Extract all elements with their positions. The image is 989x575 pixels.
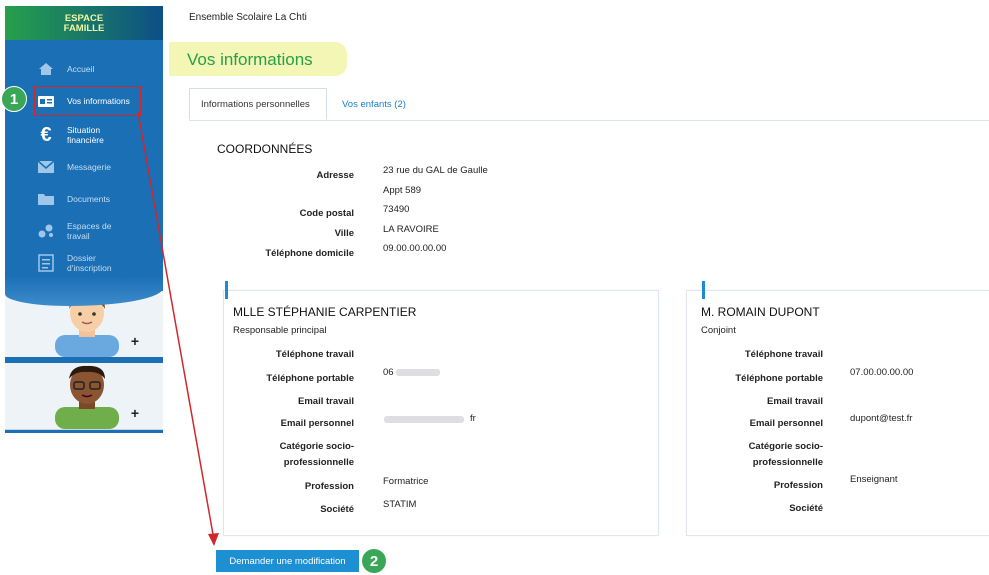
profession-value: Formatrice — [383, 476, 429, 487]
sidebar-item-documents[interactable]: Documents — [5, 184, 163, 214]
envelope-icon — [35, 156, 57, 178]
societe-label: Société — [320, 504, 354, 515]
categorie-label-line-1: Catégorie socio- — [748, 441, 823, 452]
telephone-domicile-label: Téléphone domicile — [265, 248, 354, 259]
profession-value: Enseignant — [850, 474, 898, 485]
page-title-text: Vos informations — [187, 50, 313, 69]
sidebar-item-situation-financiere[interactable]: € Situation financière — [5, 120, 163, 150]
child-avatar — [55, 365, 119, 429]
coordonnees-title: COORDONNÉES — [217, 142, 313, 156]
children-list: + + — [5, 291, 163, 433]
tab-informations-personnelles[interactable]: Informations personnelles — [189, 88, 327, 120]
card-accent-bar — [225, 281, 228, 299]
adresse-line-2: Appt 589 — [383, 185, 422, 196]
sidebar-item-espaces-de-travail[interactable]: Espaces de travail — [5, 216, 163, 246]
telephone-portable-label: Téléphone portable — [266, 373, 354, 384]
workspace-icon — [35, 220, 57, 242]
child-avatar — [55, 293, 119, 357]
step-2-badge: 2 — [361, 548, 387, 574]
school-name: Ensemble Scolaire La Chti — [189, 12, 307, 23]
redacted-email — [384, 416, 464, 423]
categorie-label-line-1: Catégorie socio- — [279, 441, 354, 452]
sidebar-item-label: Situation financière — [67, 125, 104, 145]
societe-label: Société — [789, 503, 823, 514]
ville-label: Ville — [334, 228, 354, 239]
child-card[interactable]: + — [5, 363, 163, 430]
categorie-label-line-2: professionnelle — [283, 457, 354, 468]
contact-role: Responsable principal — [233, 325, 327, 336]
sidebar-item-dossier-inscription[interactable]: Dossier d'inscription — [5, 248, 163, 278]
email-personnel-label: Email personnel — [280, 418, 354, 429]
request-modification-button[interactable]: Demander une modification — [216, 550, 359, 572]
contact-card-principal: MLLE STÉPHANIE CARPENTIER Responsable pr… — [223, 281, 659, 536]
tab-vos-enfants[interactable]: Vos enfants (2) — [331, 88, 417, 120]
contact-name: MLLE STÉPHANIE CARPENTIER — [233, 305, 417, 319]
redacted-phone — [396, 369, 440, 376]
euro-icon: € — [40, 123, 52, 146]
telephone-travail-label: Téléphone travail — [744, 349, 823, 360]
vos-informations-highlight — [34, 86, 141, 116]
sidebar-item-accueil[interactable]: Accueil — [5, 54, 163, 84]
telephone-portable-value: 07.00.00.00.00 — [850, 367, 914, 378]
contact-name: M. ROMAIN DUPONT — [701, 305, 820, 319]
code-postal-value: 73490 — [383, 204, 410, 215]
document-list-icon — [35, 252, 57, 274]
card-accent-bar — [702, 281, 705, 299]
contact-card-conjoint: M. ROMAIN DUPONT Conjoint Téléphone trav… — [686, 281, 989, 536]
email-personnel-label: Email personnel — [749, 418, 823, 429]
brand-line-2: FAMILLE — [63, 23, 105, 34]
email-travail-label: Email travail — [298, 396, 354, 407]
add-child-icon[interactable]: + — [131, 333, 139, 349]
telephone-portable-value: 06 — [383, 367, 394, 378]
sidebar: ESPACE FAMILLE Accueil Vos informations … — [5, 6, 163, 433]
profession-label: Profession — [304, 481, 354, 492]
telephone-portable-label: Téléphone portable — [735, 373, 823, 384]
sidebar-item-label: Messagerie — [67, 162, 111, 172]
step-1-badge: 1 — [1, 86, 27, 112]
ville-value: LA RAVOIRE — [383, 224, 439, 235]
profession-label: Profession — [773, 480, 823, 491]
add-child-icon[interactable]: + — [131, 405, 139, 421]
email-travail-label: Email travail — [767, 396, 823, 407]
email-personnel-value: fr — [470, 413, 476, 424]
email-personnel-value: dupont@test.fr — [850, 413, 913, 424]
sidebar-item-label: Dossier d'inscription — [67, 253, 112, 273]
folder-icon — [35, 188, 57, 210]
societe-value: STATIM — [383, 499, 417, 510]
sidebar-item-label: Documents — [67, 194, 110, 204]
adresse-label: Adresse — [316, 170, 355, 181]
contact-role: Conjoint — [701, 325, 736, 336]
code-postal-label: Code postal — [299, 208, 354, 219]
brand-logo[interactable]: ESPACE FAMILLE — [5, 6, 163, 40]
sidebar-item-label: Accueil — [67, 64, 95, 74]
sidebar-item-messagerie[interactable]: Messagerie — [5, 152, 163, 182]
tab-bar: Informations personnelles Vos enfants (2… — [189, 88, 989, 121]
child-card[interactable]: + — [5, 291, 163, 358]
adresse-line-1: 23 rue du GAL de Gaulle — [383, 165, 488, 176]
categorie-label-line-2: professionnelle — [752, 457, 823, 468]
telephone-travail-label: Téléphone travail — [275, 349, 354, 360]
sidebar-item-label: Espaces de travail — [67, 221, 112, 241]
telephone-domicile-value: 09.00.00.00.00 — [383, 243, 447, 254]
home-icon — [35, 58, 57, 80]
page-title: Vos informations — [169, 42, 347, 76]
